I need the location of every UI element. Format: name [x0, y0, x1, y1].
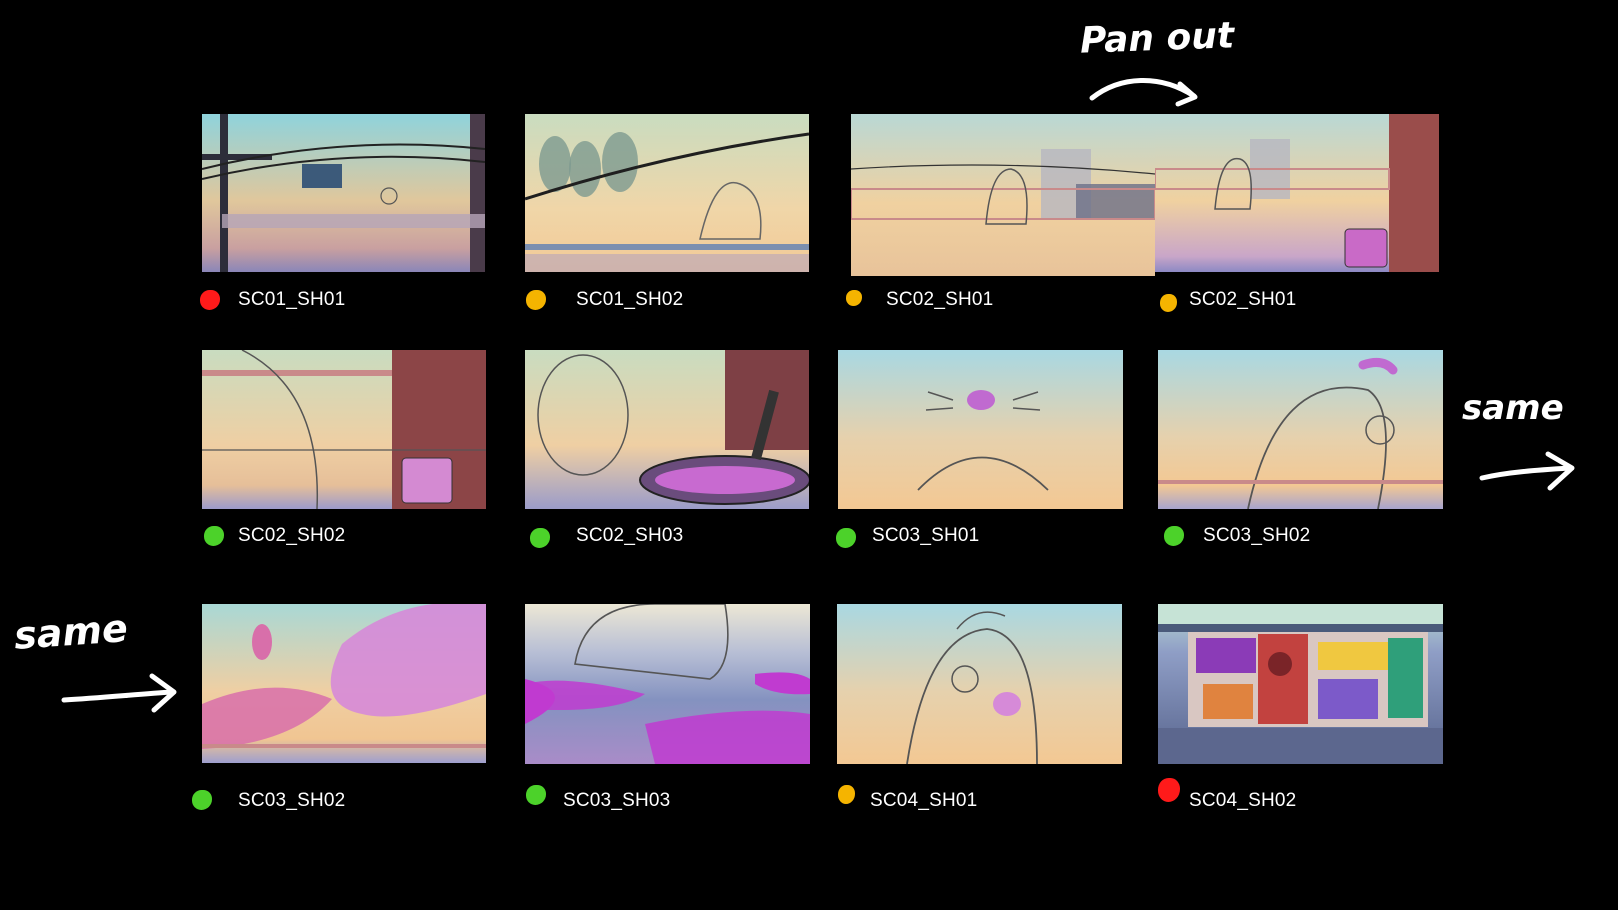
status-dot-green-icon: [836, 528, 856, 548]
status-dot-yellow-icon: [526, 290, 546, 310]
status-dot-green-icon: [1164, 526, 1184, 546]
shot-label: SC02_SH01: [886, 289, 994, 310]
shot-label: SC01_SH01: [238, 289, 346, 310]
shot-label: SC01_SH02: [576, 289, 684, 310]
shot-label: SC02_SH02: [238, 525, 346, 546]
shot-label: SC04_SH01: [870, 790, 978, 811]
storyboard-thumbnail-sc04-sh02[interactable]: [1158, 604, 1443, 764]
shot-label: SC03_SH02: [238, 790, 346, 811]
status-dot-yellow-icon: [1160, 294, 1177, 312]
shot-label: SC03_SH03: [563, 790, 671, 811]
shot-label: SC03_SH02: [1203, 525, 1311, 546]
same-left-arrow-icon: [61, 673, 177, 713]
shot-label: SC02_SH01: [1189, 289, 1297, 310]
status-dot-green-icon: [530, 528, 550, 548]
status-dot-red-icon: [200, 290, 220, 310]
same-note-left: same: [12, 606, 130, 658]
storyboard-thumbnail-sc03-sh03[interactable]: [525, 604, 810, 764]
storyboard-thumbnail-sc01-sh02[interactable]: [525, 114, 809, 272]
status-dot-green-icon: [526, 785, 546, 805]
status-dot-yellow-icon: [838, 785, 855, 804]
storyboard-thumbnail-sc02-sh03[interactable]: [525, 350, 809, 509]
status-dot-yellow-icon: [846, 290, 862, 306]
storyboard-thumbnail-sc03-sh02[interactable]: [1158, 350, 1443, 509]
status-dot-green-icon: [204, 526, 224, 546]
storyboard-thumbnail-sc04-sh01[interactable]: [837, 604, 1122, 764]
pan-out-note: Pan out: [1079, 15, 1235, 62]
storyboard-thumbnail-sc02-sh02[interactable]: [202, 350, 486, 509]
status-dot-red-icon: [1158, 778, 1180, 802]
storyboard-thumbnail-sc02-sh01-wide[interactable]: [851, 114, 1155, 276]
storyboard-thumbnail-sc03-sh02-paint[interactable]: [202, 604, 486, 763]
status-dot-green-icon: [192, 790, 212, 810]
storyboard-thumbnail-sc02-sh01-close[interactable]: [1155, 114, 1439, 272]
storyboard-thumbnail-sc03-sh01[interactable]: [838, 350, 1123, 509]
pan-out-arrow-icon: [1089, 78, 1198, 107]
storyboard-thumbnail-sc01-sh01[interactable]: [202, 114, 485, 272]
shot-label: SC02_SH03: [576, 525, 684, 546]
shot-label: SC03_SH01: [872, 525, 980, 546]
same-note-right: same: [1462, 388, 1564, 428]
shot-label: SC04_SH02: [1189, 790, 1297, 811]
same-right-arrow-icon: [1479, 451, 1575, 491]
